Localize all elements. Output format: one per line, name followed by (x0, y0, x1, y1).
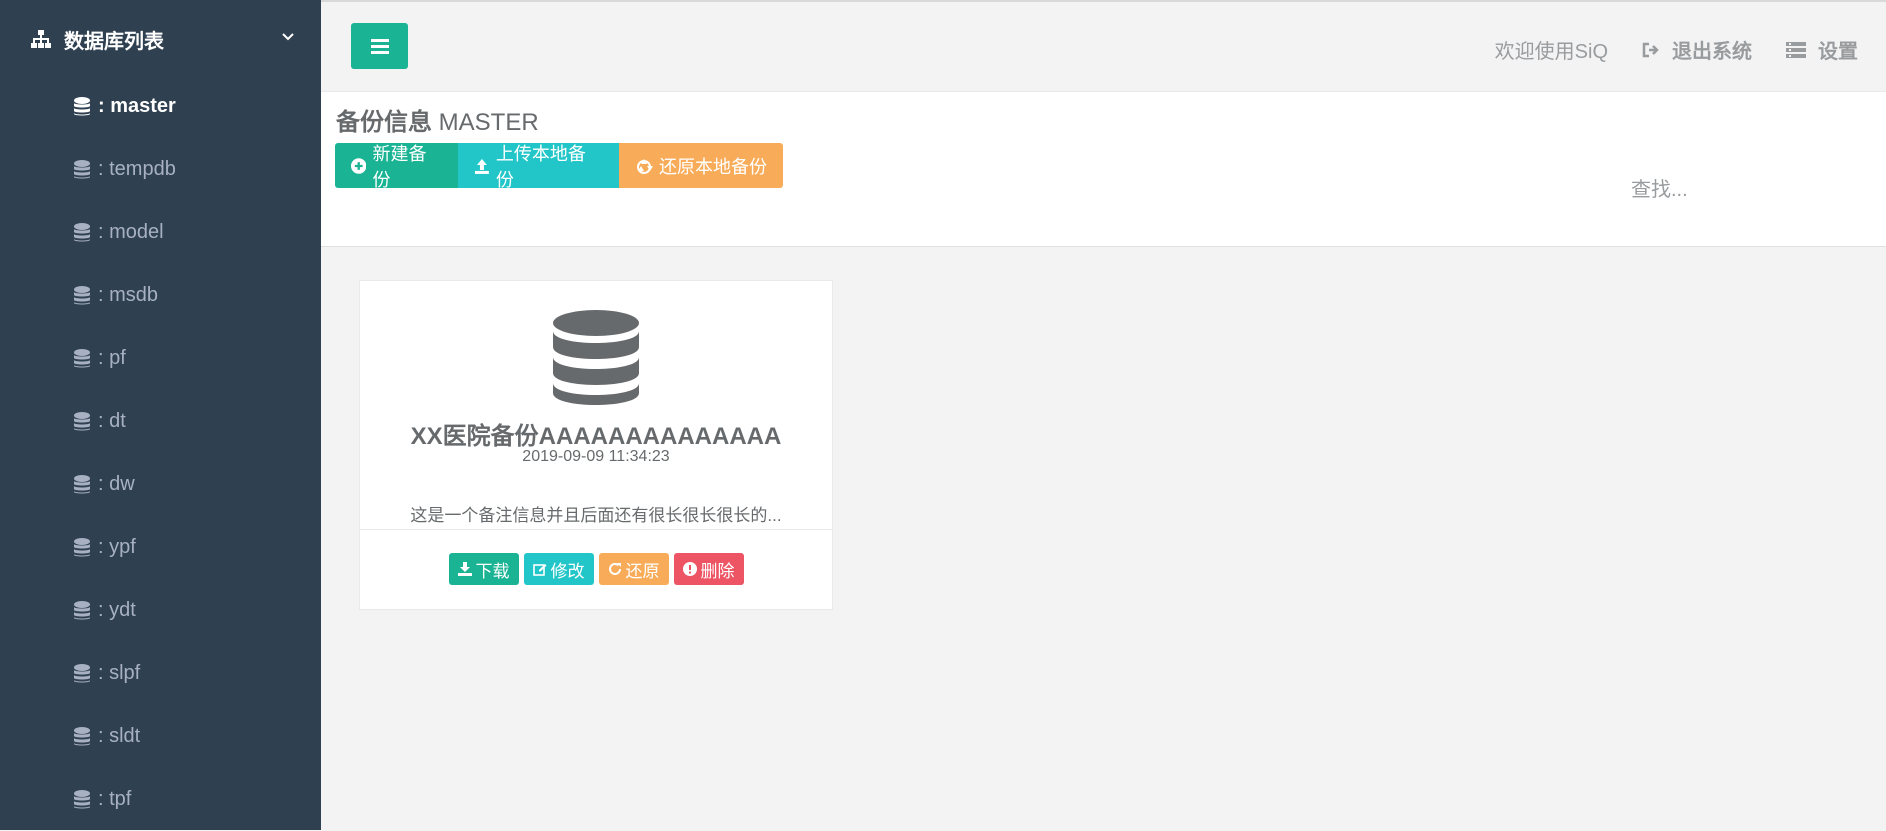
backup-actions: 下载 修改 还原 删除 (360, 553, 832, 585)
database-icon (74, 159, 90, 180)
welcome-text: 欢迎使用SiQ (1494, 41, 1608, 63)
settings-icon (1786, 41, 1806, 58)
backup-title: XX医院备份AAAAAAAAAAAAAA (410, 423, 782, 450)
sidebar-item-label: : tempdb (98, 158, 176, 180)
database-list-title: 数据库列表 (64, 30, 164, 53)
database-icon (74, 474, 90, 495)
database-icon (551, 309, 641, 414)
page-header: 备份信息 MASTER 新建备份 上传本地备份 还原本地备份 (321, 92, 1886, 247)
exclamation-circle-icon (682, 562, 697, 576)
settings-link[interactable]: 设置 (1786, 35, 1858, 64)
restore-local-label: 还原本地备份 (659, 156, 767, 177)
sign-out-icon (1642, 42, 1659, 57)
top-right-links: 欢迎使用SiQ 退出系统 设置 (1495, 35, 1858, 64)
sidebar-item-tempdb[interactable]: : tempdb (0, 138, 321, 201)
download-label: 下载 (475, 561, 510, 581)
backup-note: 这是一个备注信息并且后面还有很长很长很长的... (410, 506, 782, 525)
database-list-header[interactable]: 数据库列表 (30, 26, 296, 53)
database-icon (74, 96, 90, 117)
database-icon (74, 600, 90, 621)
new-backup-button[interactable]: 新建备份 (335, 143, 458, 190)
restore-local-button[interactable]: 还原本地备份 (619, 143, 783, 188)
sidebar-item-ypf[interactable]: : ypf (0, 516, 321, 579)
settings-label: 设置 (1818, 41, 1858, 63)
upload-backup-label: 上传本地备份 (495, 143, 586, 190)
sidebar-item-label: : sldt (98, 725, 141, 747)
backup-button-group: 新建备份 上传本地备份 还原本地备份 (335, 143, 783, 190)
database-icon (74, 411, 90, 432)
delete-label: 删除 (700, 561, 735, 581)
recycle-icon (637, 158, 653, 174)
database-icon (74, 348, 90, 369)
sidebar-item-sldt[interactable]: : sldt (0, 705, 321, 768)
sidebar-item-label: : msdb (98, 284, 159, 306)
sidebar-item-model[interactable]: : model (0, 201, 321, 264)
sidebar-item-label: : ydt (98, 599, 136, 621)
sidebar-item-label: : ypf (98, 536, 136, 558)
backup-card: XX医院备份AAAAAAAAAAAAAA 2019-09-09 11:34:23… (359, 280, 833, 610)
card-divider (360, 529, 832, 530)
sidebar-item-label: : slpf (98, 662, 141, 684)
hamburger-icon (370, 39, 389, 54)
logout-label: 退出系统 (1672, 41, 1752, 63)
sitemap-icon (30, 28, 52, 50)
upload-backup-button[interactable]: 上传本地备份 (458, 143, 619, 190)
database-icon (74, 285, 90, 306)
download-button[interactable]: 下载 (448, 553, 519, 585)
menu-toggle-button[interactable] (351, 23, 408, 69)
new-backup-label: 新建备份 (372, 143, 427, 190)
page-title-text: 备份信息 (336, 109, 432, 136)
database-icon (74, 537, 90, 558)
restore-button[interactable]: 还原 (598, 553, 669, 585)
sidebar-item-label: : master (98, 95, 176, 117)
database-icon (74, 222, 90, 243)
sidebar-item-master[interactable]: : master (0, 75, 321, 138)
sidebar-item-label: : pf (98, 347, 126, 369)
edit-button[interactable]: 修改 (523, 553, 594, 585)
chevron-down-icon[interactable] (280, 28, 296, 44)
logout-link[interactable]: 退出系统 (1642, 35, 1752, 64)
sidebar: 数据库列表 : master : tempdb : model : msdb :… (0, 0, 321, 830)
sidebar-item-tpf[interactable]: : tpf (0, 768, 321, 831)
sidebar-item-label: : dt (98, 410, 126, 432)
refresh-icon (608, 562, 621, 575)
sidebar-item-dt[interactable]: : dt (0, 390, 321, 453)
sidebar-item-pf[interactable]: : pf (0, 327, 321, 390)
backup-timestamp: 2019-09-09 11:34:23 (522, 448, 670, 465)
sidebar-item-slpf[interactable]: : slpf (0, 642, 321, 705)
plus-circle-icon (351, 157, 367, 174)
edit-label: 修改 (550, 561, 585, 581)
delete-button[interactable]: 删除 (673, 553, 744, 585)
sidebar-item-label: : dw (98, 473, 135, 495)
restore-label: 还原 (625, 561, 660, 581)
upload-icon (474, 158, 489, 174)
page-title: 备份信息 MASTER (336, 102, 539, 137)
sidebar-item-msdb[interactable]: : msdb (0, 264, 321, 327)
database-icon (74, 726, 90, 747)
database-icon (74, 663, 90, 684)
sidebar-item-ydt[interactable]: : ydt (0, 579, 321, 642)
download-icon (457, 562, 472, 576)
top-navbar: 欢迎使用SiQ 退出系统 设置 (321, 0, 1886, 92)
sidebar-item-dw[interactable]: : dw (0, 453, 321, 516)
page-db-name: MASTER (438, 109, 539, 136)
edit-icon (532, 564, 546, 576)
search-input[interactable] (1631, 178, 1851, 202)
sidebar-item-label: : tpf (98, 788, 132, 810)
sidebar-item-label: : model (98, 221, 164, 243)
database-icon (74, 789, 90, 810)
database-list: : master : tempdb : model : msdb : pf : … (0, 75, 321, 831)
